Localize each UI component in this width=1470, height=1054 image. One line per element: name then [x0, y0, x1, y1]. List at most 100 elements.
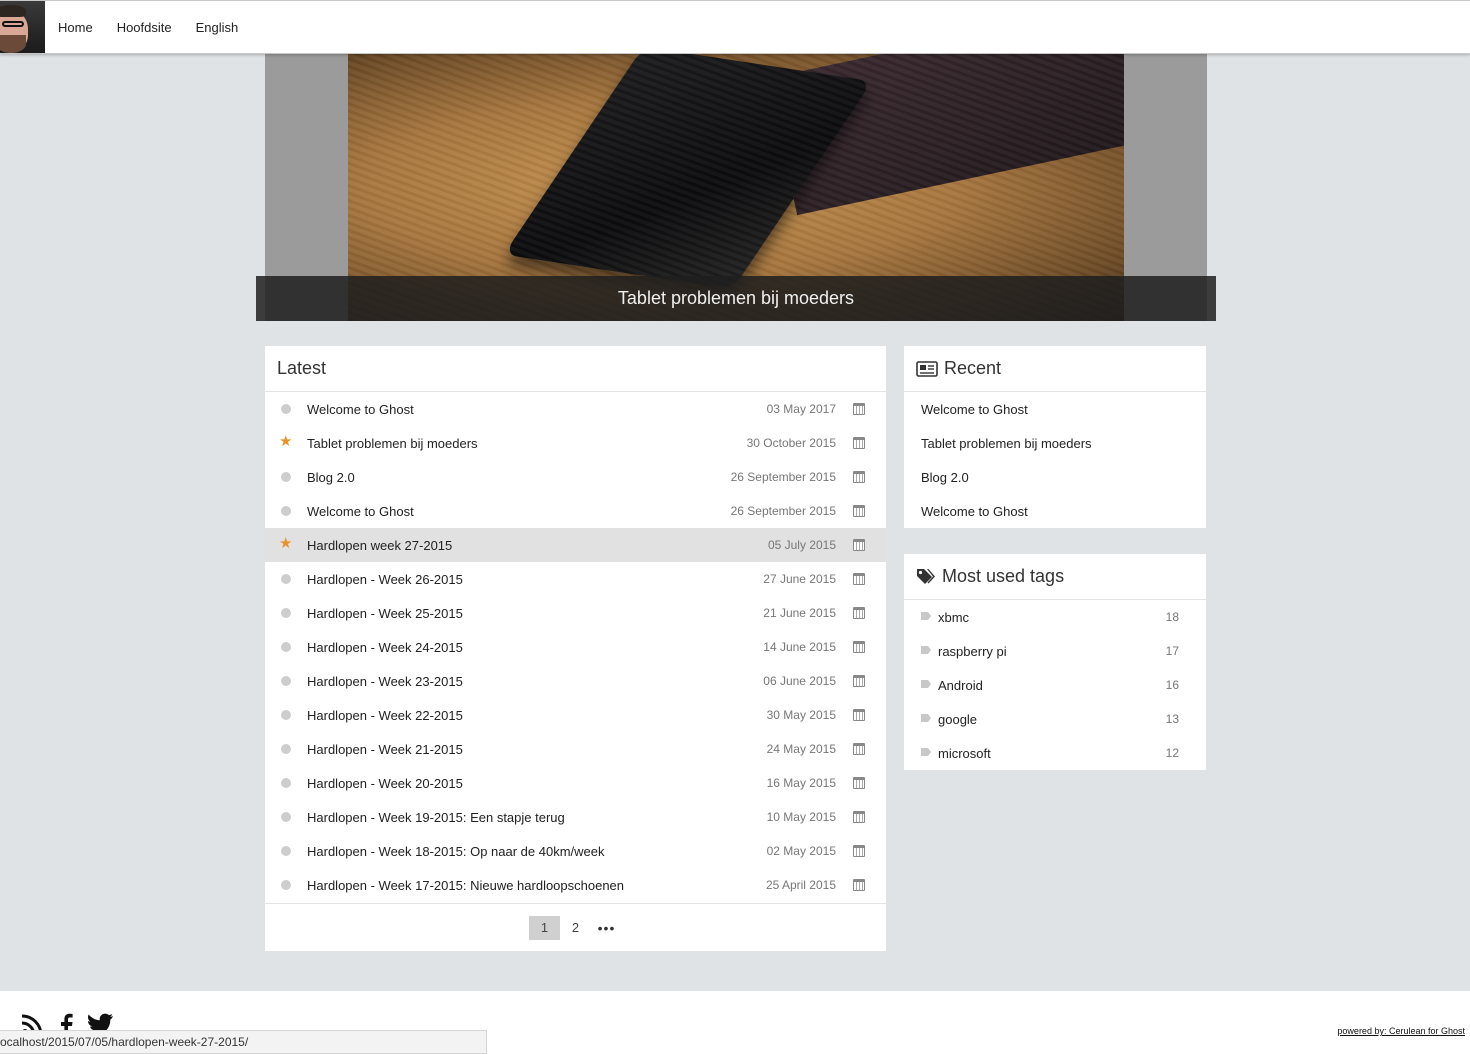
- recent-panel: Recent Welcome to Ghost Tablet problemen …: [904, 346, 1206, 528]
- post-title-link[interactable]: Blog 2.0: [307, 470, 355, 485]
- calendar-icon: [853, 879, 865, 891]
- recent-item-link[interactable]: Tablet problemen bij moeders: [904, 426, 1206, 460]
- bullet-icon: [281, 506, 291, 516]
- calendar-icon: [853, 811, 865, 823]
- tag-row[interactable]: raspberry pi 17: [904, 634, 1206, 668]
- tags-title: Most used tags: [942, 566, 1065, 586]
- post-title-link[interactable]: Tablet problemen bij moeders: [307, 436, 478, 451]
- post-date: 05 July 2015: [767, 538, 836, 552]
- post-date: 30 October 2015: [746, 436, 836, 450]
- post-title-link[interactable]: Hardlopen - Week 24-2015: [307, 640, 463, 655]
- post-title-link[interactable]: Hardlopen - Week 26-2015: [307, 572, 463, 587]
- post-title-link[interactable]: Hardlopen - Week 17-2015: Nieuwe hardloo…: [307, 878, 624, 893]
- recent-item-link[interactable]: Welcome to Ghost: [904, 494, 1206, 528]
- post-row[interactable]: Hardlopen - Week 19-2015: Een stapje ter…: [265, 800, 886, 834]
- post-row[interactable]: Hardlopen - Week 26-2015 27 June 2015: [265, 562, 886, 596]
- page-2-button[interactable]: 2: [560, 916, 591, 940]
- post-row[interactable]: ★ Tablet problemen bij moeders 30 October …: [265, 426, 886, 460]
- post-row[interactable]: Welcome to Ghost 26 September 2015: [265, 494, 886, 528]
- post-row[interactable]: Hardlopen - Week 24-2015 14 June 2015: [265, 630, 886, 664]
- post-row[interactable]: Hardlopen - Week 18-2015: Op naar de 40k…: [265, 834, 886, 868]
- post-title-link[interactable]: Welcome to Ghost: [307, 402, 414, 417]
- featured-star-icon: ★: [279, 433, 293, 450]
- post-date: 26 September 2015: [730, 470, 836, 484]
- recent-item-link[interactable]: Welcome to Ghost: [904, 392, 1206, 426]
- post-date: 03 May 2017: [766, 402, 836, 416]
- latest-post-list: Welcome to Ghost 03 May 2017 ★ Tablet probl…: [265, 392, 886, 902]
- page-1-button[interactable]: 1: [529, 915, 560, 940]
- tags-heading: Most used tags: [904, 554, 1206, 600]
- calendar-icon: [853, 777, 865, 789]
- tag-icon: [921, 612, 931, 620]
- post-row[interactable]: Hardlopen - Week 23-2015 06 June 2015: [265, 664, 886, 698]
- hero-caption-text[interactable]: Tablet problemen bij moeders: [618, 288, 854, 309]
- powered-by-link[interactable]: powered by: Cerulean for Ghost: [1337, 1026, 1465, 1036]
- post-date: 10 May 2015: [766, 810, 836, 824]
- tag-count: 17: [1165, 644, 1179, 658]
- hero-caption[interactable]: Tablet problemen bij moeders: [256, 276, 1216, 321]
- tag-name-link[interactable]: xbmc: [938, 610, 969, 625]
- bullet-icon: [281, 744, 291, 754]
- nav-home-link[interactable]: Home: [58, 20, 93, 35]
- post-title-link[interactable]: Hardlopen - Week 21-2015: [307, 742, 463, 757]
- calendar-icon: [853, 607, 865, 619]
- tags-panel: Most used tags xbmc 18 raspberry pi 17 Andro…: [904, 554, 1206, 770]
- avatar[interactable]: [0, 1, 45, 53]
- bullet-icon: [281, 846, 291, 856]
- recent-item-link[interactable]: Blog 2.0: [904, 460, 1206, 494]
- post-row[interactable]: Hardlopen - Week 20-2015 16 May 2015: [265, 766, 886, 800]
- post-row[interactable]: Hardlopen - Week 17-2015: Nieuwe hardloo…: [265, 868, 886, 902]
- post-title-link[interactable]: Welcome to Ghost: [307, 504, 414, 519]
- hero-banner[interactable]: Tablet problemen bij moeders: [256, 53, 1216, 321]
- tag-name-link[interactable]: raspberry pi: [938, 644, 1007, 659]
- latest-heading: Latest: [265, 346, 886, 392]
- pagination: 1 2 •••: [265, 903, 886, 951]
- tag-row[interactable]: xbmc 18: [904, 600, 1206, 634]
- post-date: 06 June 2015: [763, 674, 836, 688]
- bullet-icon: [281, 778, 291, 788]
- bullet-icon: [281, 642, 291, 652]
- tag-row[interactable]: google 13: [904, 702, 1206, 736]
- post-title-link[interactable]: Hardlopen - Week 22-2015: [307, 708, 463, 723]
- tag-row[interactable]: microsoft 12: [904, 736, 1206, 770]
- calendar-icon: [853, 573, 865, 585]
- tag-name-link[interactable]: Android: [938, 678, 983, 693]
- bullet-icon: [281, 676, 291, 686]
- post-row[interactable]: Hardlopen - Week 22-2015 30 May 2015: [265, 698, 886, 732]
- nav-hoofdsite-link[interactable]: Hoofdsite: [117, 20, 172, 35]
- recent-heading: Recent: [904, 346, 1206, 392]
- tag-name-link[interactable]: microsoft: [938, 746, 991, 761]
- recent-title: Recent: [944, 358, 1002, 378]
- tag-icon: [921, 748, 931, 756]
- calendar-icon: [853, 743, 865, 755]
- calendar-icon: [853, 709, 865, 721]
- calendar-icon: [853, 675, 865, 687]
- top-navbar: Home Hoofdsite English: [0, 0, 1470, 54]
- post-title-link[interactable]: Hardlopen - Week 20-2015: [307, 776, 463, 791]
- bullet-icon: [281, 472, 291, 482]
- tag-row[interactable]: Android 16: [904, 668, 1206, 702]
- post-date: 26 September 2015: [730, 504, 836, 518]
- post-row[interactable]: ★ Hardlopen week 27-2015 05 July 2015: [265, 528, 886, 562]
- more-pages-button[interactable]: •••: [591, 916, 622, 940]
- nav-english-link[interactable]: English: [196, 20, 239, 35]
- post-title-link[interactable]: Hardlopen week 27-2015: [307, 538, 452, 553]
- tag-icon: [921, 714, 931, 722]
- post-row[interactable]: Blog 2.0 26 September 2015: [265, 460, 886, 494]
- post-date: 16 May 2015: [766, 776, 836, 790]
- post-row[interactable]: Hardlopen - Week 25-2015 21 June 2015: [265, 596, 886, 630]
- tag-name-link[interactable]: google: [938, 712, 977, 727]
- featured-star-icon: ★: [279, 535, 293, 552]
- post-row[interactable]: Hardlopen - Week 21-2015 24 May 2015: [265, 732, 886, 766]
- bullet-icon: [281, 812, 291, 822]
- calendar-icon: [853, 505, 865, 517]
- post-title-link[interactable]: Hardlopen - Week 19-2015: Een stapje ter…: [307, 810, 565, 825]
- post-title-link[interactable]: Hardlopen - Week 18-2015: Op naar de 40k…: [307, 844, 604, 859]
- bullet-icon: [281, 608, 291, 618]
- tags-icon: [917, 568, 935, 584]
- post-row[interactable]: Welcome to Ghost 03 May 2017: [265, 392, 886, 426]
- tag-count: 16: [1165, 678, 1179, 692]
- post-title-link[interactable]: Hardlopen - Week 23-2015: [307, 674, 463, 689]
- post-date: 21 June 2015: [763, 606, 836, 620]
- post-title-link[interactable]: Hardlopen - Week 25-2015: [307, 606, 463, 621]
